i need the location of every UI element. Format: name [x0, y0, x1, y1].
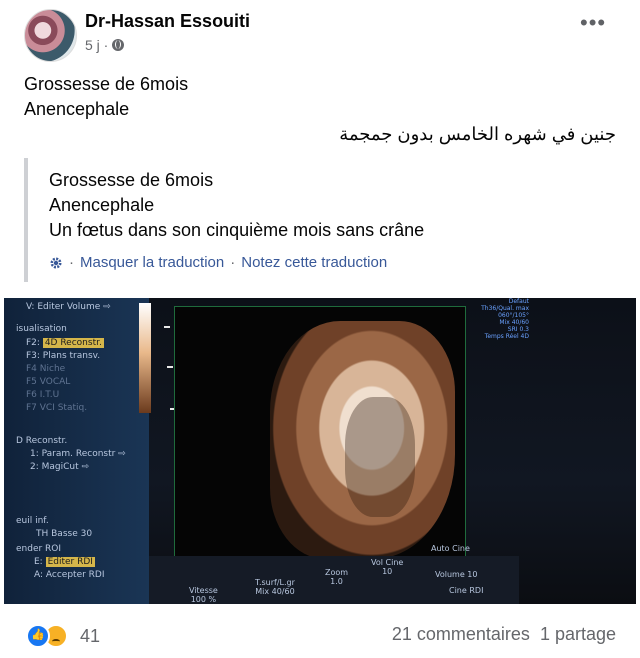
- bb-label: Vol Cine: [371, 558, 404, 567]
- post-header: Dr-Hassan Essouiti 5 j · •••: [0, 0, 640, 66]
- bb-value: 10: [382, 567, 393, 576]
- menu-d-reconstr: D Reconstr.: [16, 436, 68, 446]
- post-time[interactable]: 5 j ·: [85, 37, 108, 53]
- menu-render-roi: ender ROI: [16, 544, 62, 554]
- scale-tick: [164, 326, 170, 328]
- color-scale: [139, 303, 151, 413]
- globe-icon: [112, 39, 125, 51]
- author-name[interactable]: Dr-Hassan Essouiti: [85, 11, 250, 32]
- ultrasound-settings-readout: Defaut Th36/Qual. max 060°/105° Mix 40/6…: [454, 298, 529, 358]
- readout-line: 060°/105°: [498, 312, 529, 319]
- menu-header: V: Editer Volume ⇨: [26, 302, 111, 312]
- post-meta: 5 j ·: [85, 37, 125, 53]
- bb-value: 1.0: [330, 577, 343, 586]
- bb-autocine: Auto Cine: [431, 544, 470, 553]
- readout-line: SRI 0.3: [507, 326, 529, 333]
- menu-editer: E: Editer RDI: [34, 557, 95, 567]
- like-reaction-icon: [26, 624, 50, 648]
- hide-translation-link[interactable]: Masquer la traduction: [80, 254, 224, 271]
- ultrasound-menu-panel: V: Editer Volume ⇨ isualisation F2: 4D R…: [4, 298, 149, 604]
- translation-line: Un fœtus dans son cinquième mois sans cr…: [49, 220, 425, 240]
- readout-line: Th36/Qual. max: [481, 305, 529, 312]
- bb-volcine: Vol Cine 10: [371, 558, 403, 576]
- translation-line: Grossesse de 6mois: [49, 170, 214, 190]
- bb-volume: Volume 10: [435, 570, 478, 579]
- reactions-summary[interactable]: 41: [26, 624, 100, 648]
- translation-text: Grossesse de 6mois Anencephale Un fœtus …: [49, 168, 424, 243]
- menu-key: F2:: [26, 338, 40, 348]
- readout-line: Defaut: [508, 298, 529, 305]
- menu-th-basse: TH Basse 30: [36, 529, 93, 539]
- author-avatar[interactable]: [24, 9, 77, 62]
- menu-f7: F7 VCI Statiq.: [26, 403, 88, 413]
- translation-block: Grossesse de 6mois Anencephale Un fœtus …: [24, 158, 620, 282]
- bb-label: T.surf/L.gr: [255, 578, 295, 587]
- bb-vitesse: Vitesse 100 %: [189, 586, 218, 604]
- scale-tick: [167, 366, 173, 368]
- menu-seuil: euil inf.: [16, 516, 49, 526]
- post-body: Grossesse de 6mois Anencephale: [24, 72, 188, 122]
- post-arabic-line: جنين في شهره الخامس بدون جمجمة: [339, 124, 616, 144]
- menu-visualisation: isualisation: [16, 324, 67, 334]
- bb-value: 100 %: [190, 595, 217, 604]
- menu-value-highlight: Editer RDI: [45, 557, 95, 567]
- menu-f4: F4 Niche: [26, 364, 66, 374]
- separator: ·: [230, 254, 236, 271]
- post-footer: 41 21 commentaires 1 partage: [0, 610, 640, 658]
- rate-translation-link[interactable]: Notez cette traduction: [241, 254, 387, 271]
- translation-links: · Masquer la traduction · Notez cette tr…: [49, 254, 387, 271]
- gear-icon: [49, 256, 63, 270]
- menu-f3: F3: Plans transv.: [26, 351, 101, 361]
- engagement-stats: 21 commentaires 1 partage: [392, 624, 616, 645]
- menu-f6: F6 I.T.U: [26, 390, 60, 400]
- menu-f5: F5 VOCAL: [26, 377, 71, 387]
- fetus-shadow: [345, 397, 415, 517]
- bb-label: Vitesse: [189, 586, 218, 595]
- menu-value-highlight: 4D Reconstr.: [42, 338, 104, 348]
- menu-accepter: A: Accepter RDI: [34, 570, 105, 580]
- translation-line: Anencephale: [49, 195, 155, 215]
- menu-key: E:: [34, 557, 43, 567]
- ultrasound-bottom-bar: Vitesse 100 % T.surf/L.gr Mix 40/60 Zoom 1.…: [149, 544, 519, 604]
- menu-f2: F2: 4D Reconstr.: [26, 338, 104, 348]
- post-line: Grossesse de 6mois: [24, 74, 189, 94]
- ultrasound-screen: V: Editer Volume ⇨ isualisation F2: 4D R…: [4, 298, 636, 604]
- more-options-button[interactable]: •••: [580, 12, 606, 34]
- menu-param: 1: Param. Reconstr ⇨: [30, 449, 126, 459]
- bb-cinerdi: Cine RDI: [449, 586, 484, 595]
- comments-count-link[interactable]: 21 commentaires: [392, 624, 530, 645]
- menu-magicut: 2: MagiCut ⇨: [30, 462, 90, 472]
- bb-value: Mix 40/60: [255, 587, 295, 596]
- post-line: Anencephale: [24, 99, 130, 119]
- shares-count-link[interactable]: 1 partage: [540, 624, 616, 645]
- bb-zoom: Zoom 1.0: [325, 568, 348, 586]
- post-photo[interactable]: V: Editer Volume ⇨ isualisation F2: 4D R…: [4, 298, 636, 604]
- readout-line: Temps Réel 4D: [484, 333, 529, 340]
- separator: ·: [69, 254, 74, 271]
- readout-line: Mix 40/60: [499, 319, 529, 326]
- ultrasound-3d-view: [174, 306, 466, 570]
- reaction-count: 41: [80, 625, 101, 646]
- bb-tsurf: T.surf/L.gr Mix 40/60: [255, 578, 295, 596]
- bb-label: Zoom: [325, 568, 349, 577]
